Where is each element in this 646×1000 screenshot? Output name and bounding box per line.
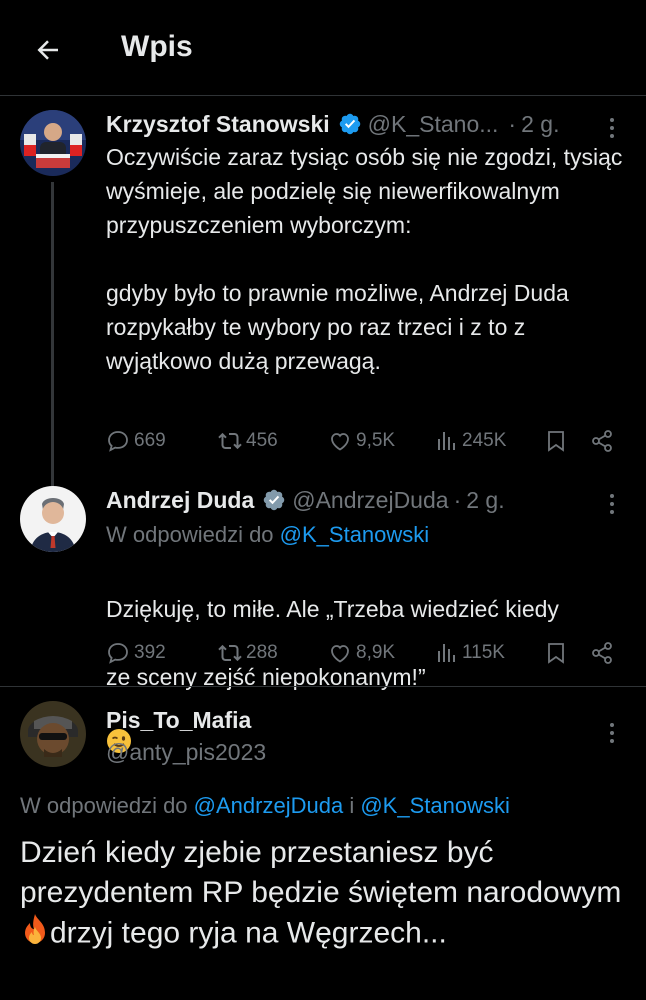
- reply-target-link[interactable]: @K_Stanowski: [280, 522, 430, 547]
- avatar[interactable]: [20, 110, 86, 176]
- tweet-duda[interactable]: Andrzej Duda @AndrzejDuda · 2 g. W odpow…: [0, 472, 646, 753]
- avatar[interactable]: [20, 486, 86, 552]
- reply-prefix: W odpowiedzi do: [20, 793, 188, 818]
- reply-conjunction: i: [349, 793, 355, 818]
- share-icon: [592, 430, 612, 452]
- tweet-text-part: Dzień kiedy zjebie przestaniesz być prez…: [20, 836, 622, 909]
- heart-icon: [331, 645, 349, 663]
- avatar[interactable]: [20, 701, 86, 767]
- more-options-icon[interactable]: [602, 114, 622, 142]
- back-arrow-icon[interactable]: [28, 30, 68, 70]
- author-name[interactable]: Pis_To_Mafia: [106, 707, 251, 734]
- repost-count: 456: [246, 430, 278, 451]
- like-button[interactable]: 9,5K: [328, 426, 395, 456]
- view-count: 245K: [462, 430, 507, 451]
- reply-button[interactable]: 669: [106, 426, 166, 456]
- bookmark-button[interactable]: [544, 426, 568, 456]
- views-button[interactable]: 115K: [434, 638, 505, 668]
- view-count: 115K: [462, 642, 505, 663]
- tweet-header: Krzysztof Stanowski @K_Stano... · 2 g.: [106, 108, 559, 138]
- separator-dot: ·: [508, 111, 517, 137]
- tweet-text: Dzień kiedy zjebie przestaniesz być prez…: [20, 833, 626, 956]
- timestamp[interactable]: 2 g.: [466, 487, 504, 514]
- tweet-text-part: drzyj tego ryja na Węgrzech...: [50, 916, 447, 950]
- reply-context: W odpowiedzi do @K_Stanowski: [106, 522, 429, 548]
- tweet-focused[interactable]: Pis_To_Mafia @anty_pis2023 W odpowiedzi …: [0, 686, 646, 1000]
- bookmark-icon: [548, 431, 564, 452]
- action-bar: 392 288 8,9K 115K: [106, 638, 626, 668]
- reply-context: W odpowiedzi do @AndrzejDuda i @K_Stanow…: [20, 793, 510, 819]
- fire-emoji-icon: [20, 913, 50, 956]
- reply-prefix: W odpowiedzi do: [106, 522, 274, 547]
- separator-dot: ·: [453, 487, 462, 513]
- timestamp[interactable]: 2 g.: [521, 111, 559, 138]
- reply-count: 669: [134, 430, 166, 451]
- page-title: Wpis: [121, 30, 193, 63]
- views-chart-icon: [438, 644, 455, 662]
- reply-target-link[interactable]: @AndrzejDuda: [194, 793, 344, 818]
- author-name[interactable]: Krzysztof Stanowski: [106, 111, 330, 138]
- share-button[interactable]: [590, 638, 614, 668]
- heart-icon: [331, 433, 349, 451]
- repost-button[interactable]: 288: [218, 638, 278, 668]
- more-options-icon[interactable]: [602, 719, 622, 747]
- top-bar: Wpis: [0, 0, 646, 96]
- tweet-header: Andrzej Duda @AndrzejDuda · 2 g.: [106, 484, 505, 514]
- share-button[interactable]: [590, 426, 614, 456]
- author-handle[interactable]: @K_Stano...: [368, 111, 499, 138]
- author-handle[interactable]: @AndrzejDuda: [292, 487, 448, 514]
- like-count: 8,9K: [356, 642, 396, 663]
- bookmark-icon: [548, 643, 564, 664]
- like-button[interactable]: 8,9K: [328, 638, 395, 668]
- views-chart-icon: [438, 432, 455, 450]
- repost-button[interactable]: 456: [218, 426, 278, 456]
- tweet-text-line: Dziękuję, to miłe. Ale „Trzeba wiedzieć …: [106, 596, 559, 622]
- action-bar: 669 456 9,5K 245K: [106, 426, 626, 456]
- reply-button[interactable]: 392: [106, 638, 166, 668]
- tweet-stanowski[interactable]: Krzysztof Stanowski @K_Stano... · 2 g. O…: [0, 96, 646, 506]
- more-options-icon[interactable]: [602, 490, 622, 518]
- reply-target-link[interactable]: @K_Stanowski: [360, 793, 510, 818]
- reply-icon: [108, 643, 128, 664]
- views-button[interactable]: 245K: [434, 426, 506, 456]
- tweet-text: Oczywiście zaraz tysiąc osób się nie zgo…: [106, 144, 623, 374]
- reply-count: 392: [134, 642, 166, 663]
- author-name[interactable]: Andrzej Duda: [106, 487, 254, 514]
- verified-gray-badge-icon: [262, 488, 286, 512]
- author-handle[interactable]: @anty_pis2023: [106, 739, 266, 766]
- like-count: 9,5K: [356, 430, 396, 451]
- reply-icon: [108, 431, 128, 452]
- share-icon: [592, 642, 612, 664]
- repost-count: 288: [246, 642, 278, 663]
- repost-icon: [218, 432, 242, 450]
- thread-connector: [51, 182, 54, 506]
- bookmark-button[interactable]: [544, 638, 568, 668]
- verified-badge-icon: [338, 112, 362, 136]
- repost-icon: [218, 644, 242, 662]
